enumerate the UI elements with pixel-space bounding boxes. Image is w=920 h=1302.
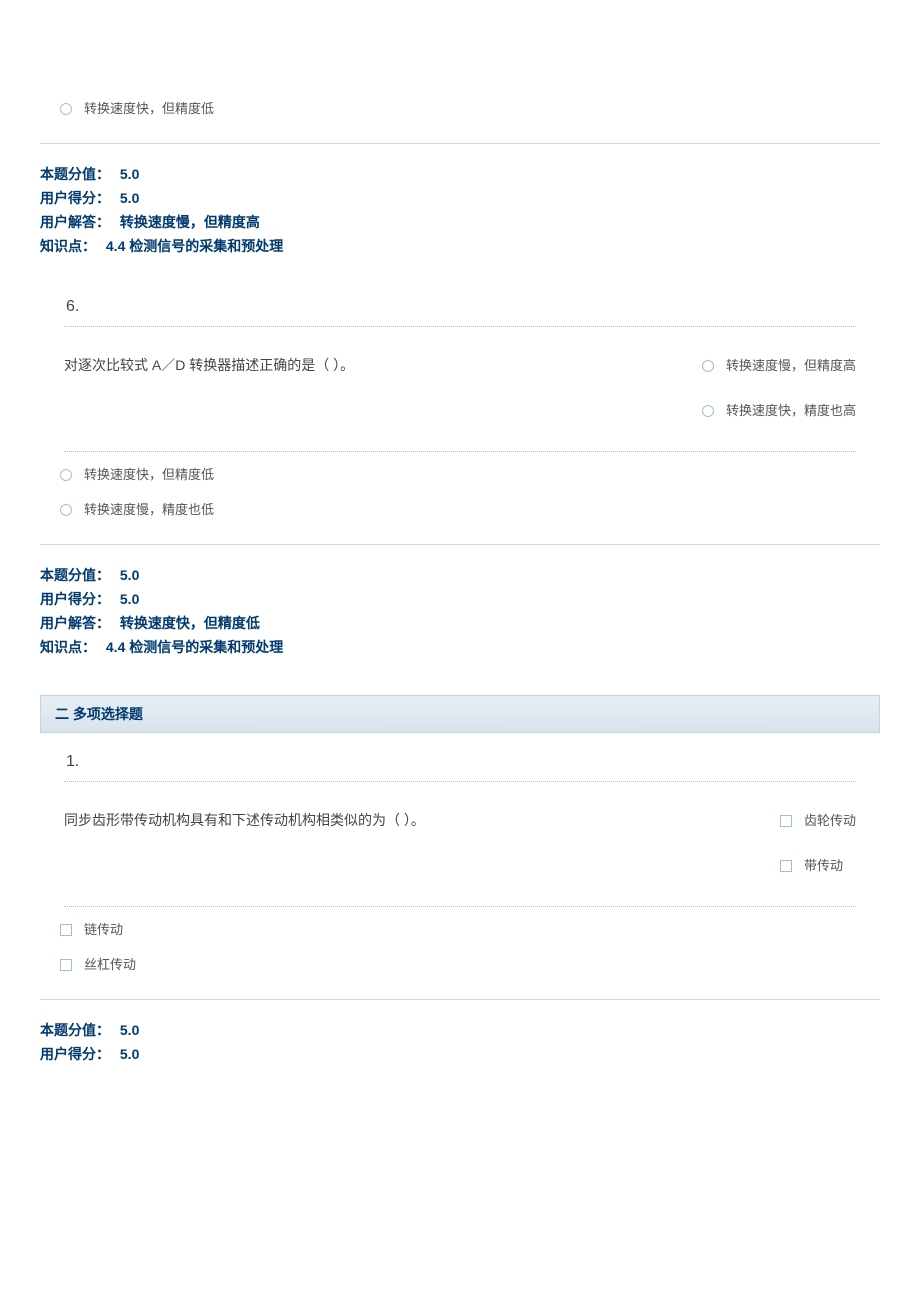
option-label: 转换速度慢，但精度高 bbox=[726, 355, 856, 374]
radio-icon bbox=[702, 360, 714, 372]
score-label: 本题分值： bbox=[40, 563, 110, 587]
checkbox-icon bbox=[60, 959, 72, 971]
q6-option-b[interactable]: 转换速度快，精度也高 bbox=[702, 392, 856, 427]
user-score-value: 5.0 bbox=[120, 186, 139, 210]
score-row: 本题分值： 5.0 bbox=[40, 563, 880, 587]
user-score-row: 用户得分： 5.0 bbox=[40, 1042, 880, 1066]
checkbox-icon bbox=[780, 860, 792, 872]
kp-label: 知识点： bbox=[40, 234, 96, 258]
section-2-header: 二 多项选择题 bbox=[40, 695, 880, 733]
score-value: 5.0 bbox=[120, 1018, 139, 1042]
user-score-row: 用户得分： 5.0 bbox=[40, 587, 880, 611]
user-score-value: 5.0 bbox=[120, 1042, 139, 1066]
option-label: 丝杠传动 bbox=[84, 954, 136, 973]
right-options: 转换速度慢，但精度高 转换速度快，精度也高 bbox=[702, 347, 856, 437]
checkbox-icon bbox=[780, 815, 792, 827]
question-body: 对逐次比较式 A／D 转换器描述正确的是（ ）。 转换速度慢，但精度高 转换速度… bbox=[40, 327, 880, 451]
kp-value: 4.4 检测信号的采集和预处理 bbox=[106, 635, 283, 659]
divider bbox=[40, 544, 880, 545]
option-label: 转换速度快，精度也高 bbox=[726, 400, 856, 419]
q5-score-block: 本题分值： 5.0 用户得分： 5.0 用户解答： 转换速度慢，但精度高 知识点… bbox=[40, 162, 880, 258]
right-options: 齿轮传动 带传动 bbox=[780, 802, 856, 892]
radio-icon bbox=[702, 405, 714, 417]
option-label: 转换速度快，但精度低 bbox=[84, 464, 214, 483]
user-score-label: 用户得分： bbox=[40, 587, 110, 611]
score-value: 5.0 bbox=[120, 162, 139, 186]
m1-option-a[interactable]: 齿轮传动 bbox=[780, 802, 856, 837]
user-score-label: 用户得分： bbox=[40, 186, 110, 210]
user-answer-value: 转换速度快，但精度低 bbox=[120, 611, 260, 635]
option-label: 转换速度慢，精度也低 bbox=[84, 499, 214, 518]
top-whitespace bbox=[40, 0, 880, 90]
score-label: 本题分值： bbox=[40, 162, 110, 186]
user-score-row: 用户得分： 5.0 bbox=[40, 186, 880, 210]
kp-value: 4.4 检测信号的采集和预处理 bbox=[106, 234, 283, 258]
dotted-divider bbox=[64, 906, 856, 907]
knowledge-point-row: 知识点： 4.4 检测信号的采集和预处理 bbox=[40, 234, 880, 258]
radio-icon bbox=[60, 103, 72, 115]
score-row: 本题分值： 5.0 bbox=[40, 1018, 880, 1042]
option-label: 齿轮传动 bbox=[804, 810, 856, 829]
divider bbox=[40, 143, 880, 144]
multi-question-1: 1. 同步齿形带传动机构具有和下述传动机构相类似的为（ ）。 齿轮传动 带传动 … bbox=[40, 743, 880, 981]
score-row: 本题分值： 5.0 bbox=[40, 162, 880, 186]
radio-icon bbox=[60, 504, 72, 516]
score-label: 本题分值： bbox=[40, 1018, 110, 1042]
option-label: 转换速度快，但精度低 bbox=[84, 98, 214, 117]
user-answer-row: 用户解答： 转换速度慢，但精度高 bbox=[40, 210, 880, 234]
checkbox-icon bbox=[60, 924, 72, 936]
section-title: 二 多项选择题 bbox=[55, 706, 143, 722]
lower-options: 转换速度快，但精度低 转换速度慢，精度也低 bbox=[40, 456, 880, 526]
question-body: 同步齿形带传动机构具有和下述传动机构相类似的为（ ）。 齿轮传动 带传动 bbox=[40, 782, 880, 906]
dotted-divider bbox=[64, 451, 856, 452]
kp-label: 知识点： bbox=[40, 635, 96, 659]
user-answer-value: 转换速度慢，但精度高 bbox=[120, 210, 260, 234]
divider bbox=[40, 999, 880, 1000]
option-label: 链传动 bbox=[84, 919, 123, 938]
m1-score-block: 本题分值： 5.0 用户得分： 5.0 bbox=[40, 1018, 880, 1066]
lower-options: 链传动 丝杠传动 bbox=[40, 911, 880, 981]
m1-option-d[interactable]: 丝杠传动 bbox=[60, 946, 880, 981]
question-6: 6. 对逐次比较式 A／D 转换器描述正确的是（ ）。 转换速度慢，但精度高 转… bbox=[40, 288, 880, 526]
m1-option-c[interactable]: 链传动 bbox=[60, 911, 880, 946]
m1-option-b[interactable]: 带传动 bbox=[780, 847, 856, 882]
score-value: 5.0 bbox=[120, 563, 139, 587]
question-number: 6. bbox=[40, 288, 880, 326]
q6-score-block: 本题分值： 5.0 用户得分： 5.0 用户解答： 转换速度快，但精度低 知识点… bbox=[40, 563, 880, 659]
question-number: 1. bbox=[40, 743, 880, 781]
radio-icon bbox=[60, 469, 72, 481]
user-answer-label: 用户解答： bbox=[40, 611, 110, 635]
q6-option-c[interactable]: 转换速度快，但精度低 bbox=[60, 456, 880, 491]
q5-option-d[interactable]: 转换速度快，但精度低 bbox=[60, 90, 880, 125]
user-answer-label: 用户解答： bbox=[40, 210, 110, 234]
question-text: 同步齿形带传动机构具有和下述传动机构相类似的为（ ）。 bbox=[64, 802, 780, 830]
user-score-value: 5.0 bbox=[120, 587, 139, 611]
option-label: 带传动 bbox=[804, 855, 843, 874]
user-answer-row: 用户解答： 转换速度快，但精度低 bbox=[40, 611, 880, 635]
knowledge-point-row: 知识点： 4.4 检测信号的采集和预处理 bbox=[40, 635, 880, 659]
q6-option-d[interactable]: 转换速度慢，精度也低 bbox=[60, 491, 880, 526]
q6-option-a[interactable]: 转换速度慢，但精度高 bbox=[702, 347, 856, 382]
user-score-label: 用户得分： bbox=[40, 1042, 110, 1066]
question-text: 对逐次比较式 A／D 转换器描述正确的是（ ）。 bbox=[64, 347, 702, 375]
